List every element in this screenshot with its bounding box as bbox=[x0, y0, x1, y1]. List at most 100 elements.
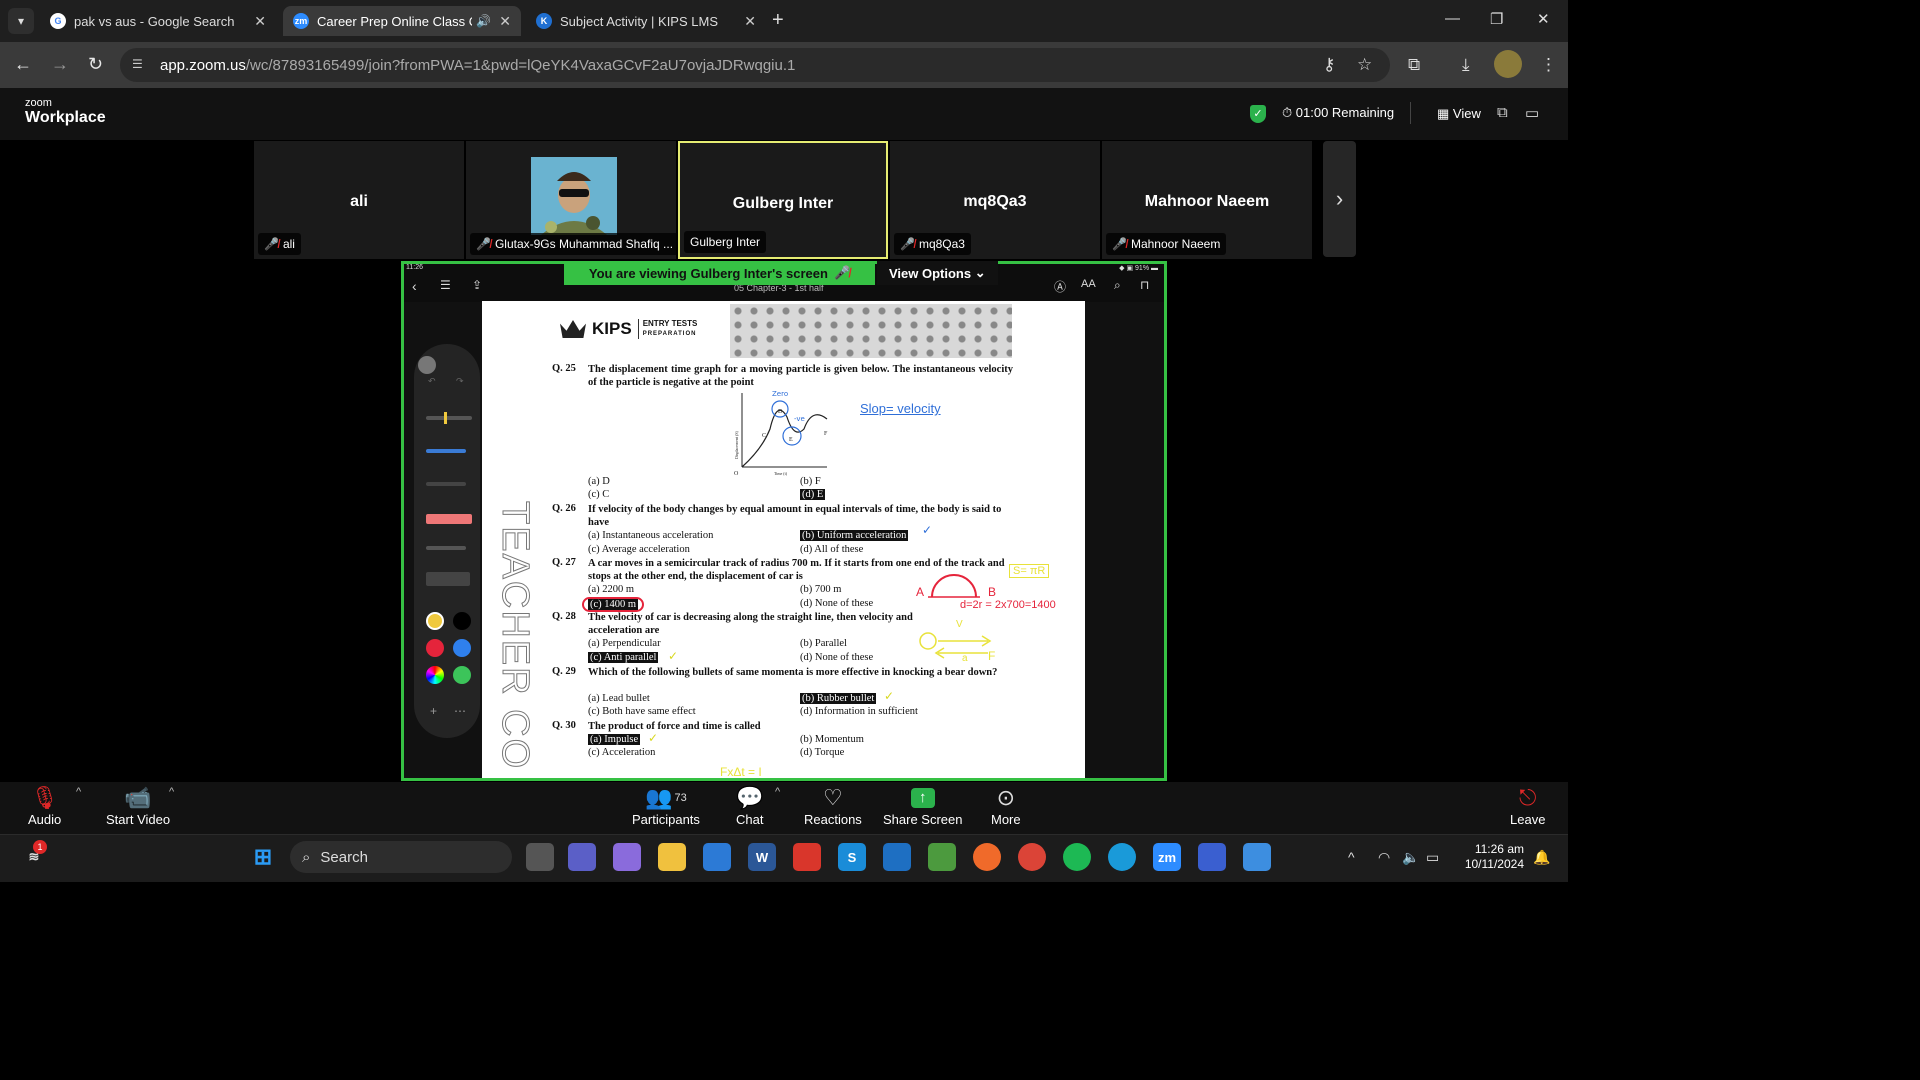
site-info-icon[interactable]: ☰ bbox=[132, 57, 143, 71]
ipad-share-icon[interactable]: ⇪ bbox=[472, 278, 482, 292]
spotify-icon[interactable] bbox=[1063, 843, 1091, 871]
video-tile-mahnoor[interactable]: Mahnoor Naeem 🎤̸ Mahnoor Naeem bbox=[1102, 141, 1312, 259]
share-screen-button[interactable]: ↑ Share Screen bbox=[883, 784, 963, 827]
edge-icon[interactable] bbox=[1108, 843, 1136, 871]
tab-search-menu-icon[interactable]: ▾ bbox=[8, 8, 34, 34]
zoom-taskbar-icon[interactable]: zm bbox=[1153, 843, 1181, 871]
tile-label: 🎤̸ mq8Qa3 bbox=[894, 233, 971, 255]
tray-overflow-icon[interactable]: ^ bbox=[1348, 849, 1355, 865]
tab-google-search[interactable]: G pak vs aus - Google Search ✕ bbox=[40, 6, 276, 36]
chrome-icon[interactable] bbox=[1018, 843, 1046, 871]
new-tab-icon[interactable]: + bbox=[772, 9, 784, 32]
view-options-button[interactable]: View Options ⌄ bbox=[877, 261, 998, 285]
color-picker[interactable] bbox=[426, 666, 444, 684]
close-window-icon[interactable]: ✕ bbox=[1537, 10, 1550, 28]
extensions-icon[interactable]: ⧉ bbox=[1408, 55, 1420, 75]
reload-icon[interactable]: ↻ bbox=[88, 54, 103, 75]
tab-zoom-class[interactable]: zm Career Prep Online Class Oc 🔊 ✕ bbox=[283, 6, 521, 36]
start-video-button[interactable]: 📹 Start Video bbox=[106, 784, 170, 827]
taskbar-clock[interactable]: 11:26 am 10/11/2024 bbox=[1456, 842, 1524, 872]
undo-icon[interactable]: ↶ bbox=[428, 376, 436, 387]
file-explorer-icon[interactable] bbox=[658, 843, 686, 871]
close-tab-icon[interactable]: ✕ bbox=[744, 13, 756, 30]
photos-icon[interactable] bbox=[1243, 843, 1271, 871]
ipad-list-icon[interactable]: ☰ bbox=[440, 278, 451, 292]
pen-tool-icon[interactable] bbox=[426, 449, 466, 453]
snipping-icon[interactable] bbox=[928, 843, 956, 871]
ipad-search-icon[interactable]: ⌕ bbox=[1114, 278, 1121, 293]
more-tools-icon[interactable]: ⋯ bbox=[454, 704, 466, 718]
back-icon[interactable]: ← bbox=[14, 54, 32, 75]
ipad-back-icon[interactable]: ‹ bbox=[412, 278, 417, 294]
tab-kips-lms[interactable]: K Subject Activity | KIPS LMS ✕ bbox=[526, 6, 766, 36]
encryption-shield-icon[interactable]: ✓ bbox=[1250, 105, 1266, 123]
vscode-icon[interactable] bbox=[883, 843, 911, 871]
copilot-icon[interactable] bbox=[613, 843, 641, 871]
palette-handle-icon[interactable] bbox=[418, 356, 436, 374]
password-key-icon[interactable]: ⚷ bbox=[1323, 55, 1335, 75]
minimize-icon[interactable]: — bbox=[1445, 10, 1460, 27]
taskbar-search[interactable]: ⌕ Search bbox=[290, 841, 512, 873]
restore-icon[interactable]: ❐ bbox=[1490, 10, 1503, 28]
color-red[interactable] bbox=[426, 639, 444, 657]
video-options-icon[interactable]: ^ bbox=[169, 786, 174, 798]
color-green[interactable] bbox=[453, 666, 471, 684]
task-view-icon[interactable] bbox=[526, 843, 554, 871]
chat-button[interactable]: 💬 Chat bbox=[736, 784, 763, 827]
question-text: The displacement time graph for a moving… bbox=[588, 364, 1013, 388]
chat-options-icon[interactable]: ^ bbox=[775, 786, 780, 798]
leave-button[interactable]: ⎋ Leave bbox=[1510, 784, 1545, 827]
ruler-tool-icon[interactable] bbox=[426, 572, 470, 586]
reactions-button[interactable]: ♡ Reactions bbox=[804, 784, 862, 827]
color-yellow[interactable] bbox=[426, 612, 444, 630]
ipad-text-size-icon[interactable]: AA bbox=[1081, 278, 1096, 290]
video-tile-mq8qa3[interactable]: mq8Qa3 🎤̸ mq8Qa3 bbox=[890, 141, 1100, 259]
redo-icon[interactable]: ↷ bbox=[456, 376, 464, 387]
eraser-tool-icon[interactable] bbox=[426, 514, 472, 524]
start-icon[interactable]: ⊞ bbox=[249, 843, 277, 871]
volume-icon[interactable]: 🔈 bbox=[1402, 849, 1419, 866]
video-tile-gulberg-inter[interactable]: Gulberg Inter Gulberg Inter bbox=[678, 141, 888, 259]
word-icon[interactable]: W bbox=[748, 843, 776, 871]
participants-button[interactable]: 👥 73 Participants bbox=[632, 784, 700, 827]
next-participants-icon[interactable]: › bbox=[1323, 141, 1356, 257]
profile-avatar[interactable] bbox=[1494, 50, 1522, 78]
close-tab-icon[interactable]: ✕ bbox=[254, 13, 266, 30]
muted-mic-icon: 🎤̸ bbox=[264, 237, 279, 251]
window-mode-icon[interactable]: ▭ bbox=[1525, 104, 1539, 122]
browser-menu-icon[interactable]: ⋮ bbox=[1540, 55, 1557, 75]
add-tool-icon[interactable]: + bbox=[430, 704, 437, 718]
wifi-icon[interactable]: ◠ bbox=[1378, 849, 1390, 866]
store-icon[interactable] bbox=[703, 843, 731, 871]
view-button[interactable]: ▦ View bbox=[1437, 106, 1481, 122]
notifications-bell-icon[interactable]: 🔔 bbox=[1533, 849, 1550, 866]
battery-icon[interactable]: ▭ bbox=[1426, 849, 1439, 866]
tile-label: 🎤̸ ali bbox=[258, 233, 301, 255]
compass-icon[interactable] bbox=[973, 843, 1001, 871]
anydesk-icon[interactable] bbox=[793, 843, 821, 871]
audio-button[interactable]: 🎙 Audio bbox=[28, 784, 61, 827]
ipad-bookmark-icon[interactable]: ⊓ bbox=[1140, 278, 1149, 292]
video-tile-glutax[interactable]: 🎤̸ Glutax-9Gs Muhammad Shafiq ... bbox=[466, 141, 680, 259]
more-button[interactable]: ⊙ More bbox=[991, 784, 1021, 827]
download-icon[interactable]: ⤓ bbox=[1462, 55, 1470, 75]
color-black[interactable] bbox=[453, 612, 471, 630]
gallery-icon[interactable]: ⧉ bbox=[1497, 104, 1508, 121]
video-tile-ali[interactable]: ali 🎤̸ ali bbox=[254, 141, 464, 259]
forward-icon[interactable]: → bbox=[51, 54, 69, 75]
marker-tool-icon[interactable] bbox=[426, 482, 466, 486]
url-input[interactable]: app.zoom.us/wc/87893165499/join?fromPWA=… bbox=[120, 48, 1390, 82]
question-number: Q. 30 bbox=[552, 720, 576, 731]
bookmark-star-icon[interactable]: ☆ bbox=[1357, 55, 1372, 75]
close-tab-icon[interactable]: ✕ bbox=[499, 13, 511, 30]
lasso-tool-icon[interactable] bbox=[426, 546, 466, 550]
skype-icon[interactable]: S bbox=[838, 843, 866, 871]
meet-icon[interactable] bbox=[568, 843, 596, 871]
security-icon[interactable] bbox=[1198, 843, 1226, 871]
audio-options-icon[interactable]: ^ bbox=[76, 786, 81, 798]
color-blue[interactable] bbox=[453, 639, 471, 657]
muted-mic-icon: 🎤̸ bbox=[900, 237, 915, 251]
speaker-icon[interactable]: 🔊 bbox=[476, 14, 491, 28]
ipad-markup-icon[interactable]: Ⓐ bbox=[1054, 278, 1066, 295]
pencil-tool-icon[interactable] bbox=[426, 416, 472, 420]
